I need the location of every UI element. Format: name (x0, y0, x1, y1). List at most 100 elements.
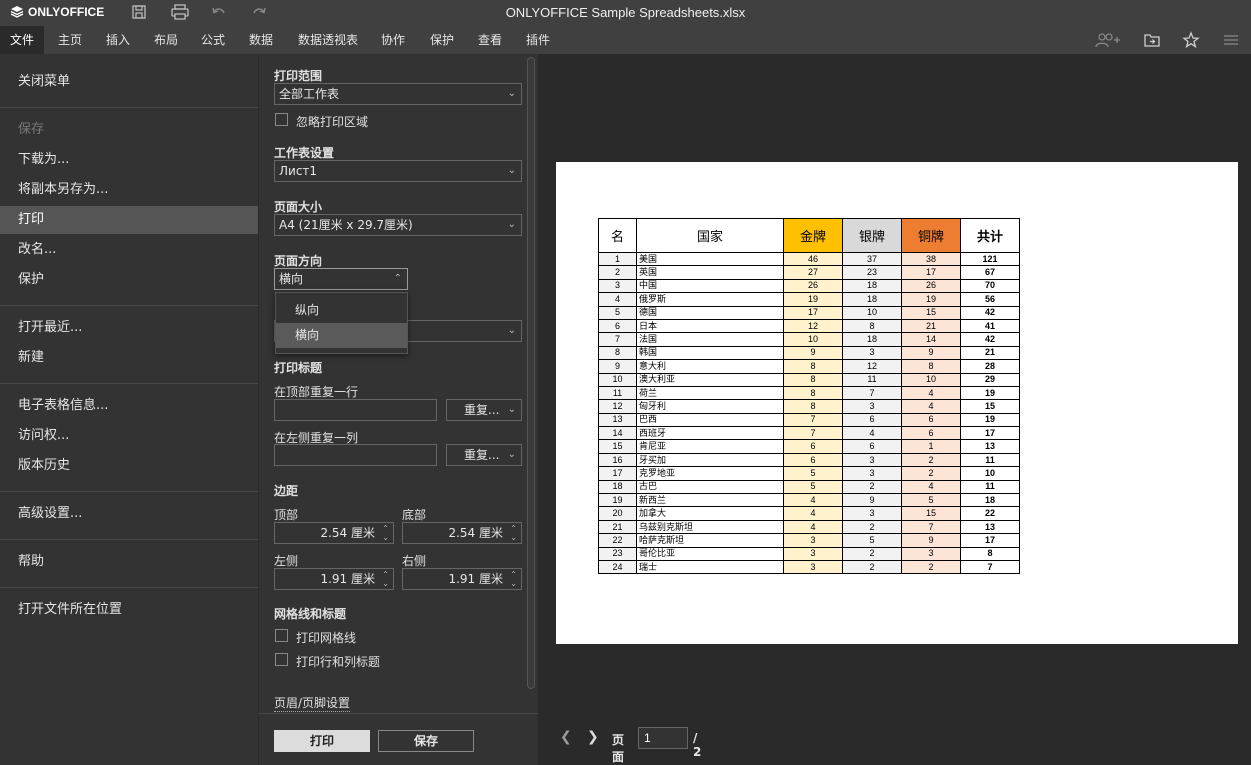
margin-top-input[interactable]: 2.54 厘米 ⌃ ⌄ (274, 522, 394, 544)
print-headings-label: 打印行和列标题 (296, 655, 381, 669)
tab-layout[interactable]: 布局 (144, 26, 188, 54)
margin-left-input[interactable]: 1.91 厘米 ⌃ ⌄ (274, 568, 394, 590)
hamburger-menu-icon[interactable] (1222, 31, 1242, 49)
tab-protection[interactable]: 保护 (420, 26, 464, 54)
tab-collaboration[interactable]: 协作 (371, 26, 415, 54)
page-orientation-value: 横向 (279, 272, 304, 286)
sidebar-item-download-as[interactable]: 下载为... (0, 146, 258, 174)
cell-gold: 8 (783, 359, 843, 374)
tab-formula[interactable]: 公式 (191, 26, 235, 54)
spinner-arrows-icon[interactable]: ⌃ ⌄ (510, 570, 517, 588)
cell-total: 42 (960, 305, 1020, 320)
cell-total: 17 (960, 426, 1020, 441)
spinner-arrows-icon[interactable]: ⌃ ⌄ (510, 524, 517, 542)
margin-bottom-value: 2.54 厘米 (448, 526, 503, 540)
table-row: 19 新西兰 4 9 5 18 (598, 493, 1020, 508)
save-icon[interactable] (130, 3, 150, 23)
ignore-print-area-checkbox[interactable] (275, 113, 288, 126)
sidebar-divider (0, 539, 258, 540)
cell-bronze: 38 (901, 251, 961, 267)
tab-insert[interactable]: 插入 (96, 26, 140, 54)
cell-rank: 8 (598, 345, 637, 361)
print-gridlines-label: 打印网格线 (296, 631, 357, 645)
orientation-option-portrait[interactable]: 纵向 (276, 298, 407, 323)
repeat-cols-button[interactable]: 重复... ⌄ (446, 444, 522, 466)
page-orientation-select[interactable]: 横向 ⌃ (274, 268, 408, 290)
tab-data[interactable]: 数据 (239, 26, 283, 54)
sidebar-item-save[interactable]: 保存 (0, 116, 258, 144)
repeat-rows-input[interactable] (274, 399, 437, 421)
sidebar-item-help[interactable]: 帮助 (0, 548, 258, 576)
cell-bronze: 7 (901, 519, 961, 535)
margin-bottom-input[interactable]: 2.54 厘米 ⌃ ⌄ (402, 522, 522, 544)
spinner-arrows-icon[interactable]: ⌃ ⌄ (382, 524, 389, 542)
table-row: 15 肯尼亚 6 6 1 13 (598, 439, 1020, 454)
cell-rank: 4 (598, 292, 637, 307)
tab-plugins[interactable]: 插件 (516, 26, 560, 54)
previous-page-icon[interactable]: ❮ (560, 729, 572, 745)
repeat-cols-input[interactable] (274, 444, 437, 466)
cell-silver: 18 (842, 332, 902, 347)
cell-rank: 21 (598, 519, 637, 535)
tab-file[interactable]: 文件 (0, 26, 45, 54)
page-size-label: 页面大小 (274, 200, 323, 214)
header-footer-settings-link[interactable]: 页眉/页脚设置 (274, 694, 351, 712)
cell-silver: 11 (842, 372, 902, 387)
cell-country: 哈萨克斯坦 (636, 533, 784, 548)
favorite-star-icon[interactable] (1182, 31, 1202, 49)
orientation-option-landscape[interactable]: 横向 (276, 323, 407, 348)
tab-view[interactable]: 查看 (468, 26, 512, 54)
sidebar-item-spreadsheet-info[interactable]: 电子表格信息... (0, 392, 258, 420)
cell-gold: 10 (783, 332, 843, 347)
sidebar-item-rename[interactable]: 改名... (0, 236, 258, 264)
sidebar-divider (0, 587, 258, 588)
page-size-value: A4 (21厘米 x 29.7厘米) (279, 218, 413, 232)
open-location-icon[interactable] (1143, 31, 1163, 49)
print-range-select[interactable]: 全部工作表 ⌄ (274, 83, 522, 105)
print-button[interactable]: 打印 (274, 730, 370, 752)
print-gridlines-checkbox[interactable] (275, 629, 288, 642)
table-header-row: 名 国家 金牌 银牌 铜牌 共计 (598, 218, 1020, 253)
sidebar-item-save-copy-as[interactable]: 将副本另存为... (0, 176, 258, 204)
redo-icon[interactable] (250, 3, 270, 23)
save-button[interactable]: 保存 (378, 730, 474, 752)
cell-country: 中国 (636, 278, 784, 294)
cell-country: 俄罗斯 (636, 292, 784, 307)
sidebar-item-advanced-settings[interactable]: 高级设置... (0, 500, 258, 528)
cell-silver: 2 (842, 559, 902, 575)
cell-gold: 4 (783, 493, 843, 508)
cell-rank: 24 (598, 559, 637, 575)
sidebar-item-open-file-location[interactable]: 打开文件所在位置 (0, 596, 258, 624)
sidebar-item-print[interactable]: 打印 (0, 206, 258, 234)
app-brand: ONLYOFFICE (28, 5, 105, 19)
cell-bronze: 1 (901, 439, 961, 454)
cell-total: 56 (960, 292, 1020, 307)
page-number-input[interactable] (638, 727, 688, 749)
page-size-select[interactable]: A4 (21厘米 x 29.7厘米) ⌄ (274, 214, 522, 236)
next-page-icon[interactable]: ❯ (587, 729, 599, 745)
cell-bronze: 10 (901, 372, 961, 387)
sidebar-item-close-menu[interactable]: 关闭菜单 (0, 68, 258, 96)
tab-pivot-table[interactable]: 数据透视表 (288, 26, 368, 54)
sidebar-item-new[interactable]: 新建 (0, 344, 258, 372)
cell-gold: 8 (783, 399, 843, 414)
chevron-down-icon: ⌄ (507, 325, 516, 336)
add-user-icon[interactable] (1094, 31, 1122, 49)
undo-icon[interactable] (210, 3, 230, 23)
sidebar-item-version-history[interactable]: 版本历史 (0, 452, 258, 480)
sidebar-item-open-recent[interactable]: 打开最近... (0, 314, 258, 342)
sidebar-item-protect[interactable]: 保护 (0, 266, 258, 294)
table-row: 4 俄罗斯 19 18 19 56 (598, 292, 1020, 307)
spinner-arrows-icon[interactable]: ⌃ ⌄ (382, 570, 389, 588)
tab-home[interactable]: 主页 (48, 26, 92, 54)
cell-silver: 2 (842, 519, 902, 535)
settings-scrollbar[interactable] (527, 57, 535, 689)
margin-right-input[interactable]: 1.91 厘米 ⌃ ⌄ (402, 568, 522, 590)
repeat-rows-button[interactable]: 重复... ⌄ (446, 399, 522, 421)
print-icon[interactable] (170, 3, 190, 23)
cell-country: 瑞士 (636, 559, 784, 575)
sidebar-item-access-rights[interactable]: 访问权... (0, 422, 258, 450)
print-headings-checkbox[interactable] (275, 653, 288, 666)
sheet-select[interactable]: Лист1 ⌄ (274, 160, 522, 182)
cell-country: 哥伦比亚 (636, 546, 784, 561)
